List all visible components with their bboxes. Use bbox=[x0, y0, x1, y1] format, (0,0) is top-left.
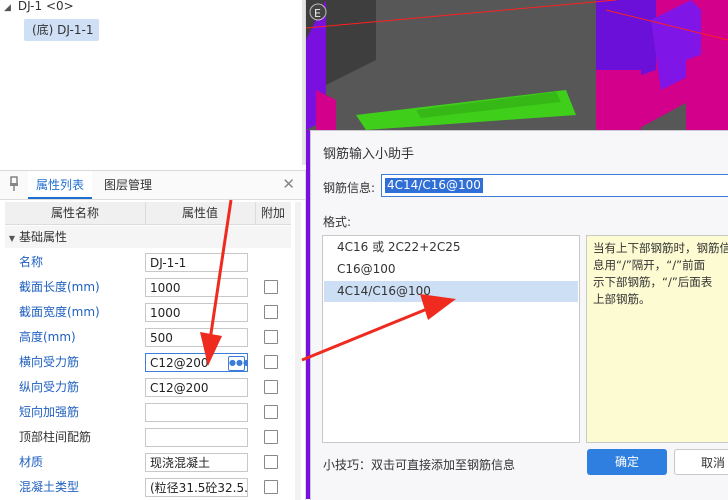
hint-line: 息用“/”隔开，“/”前面 bbox=[593, 258, 706, 272]
format-label: 格式: bbox=[323, 215, 352, 229]
property-row: 截面长度(mm) 1000 bbox=[5, 275, 291, 300]
extra-checkbox[interactable] bbox=[264, 305, 278, 319]
property-name: 截面宽度(mm) bbox=[19, 305, 100, 319]
property-name: 混凝土类型 bbox=[19, 480, 80, 494]
group-header-basic[interactable]: ▼ 基础属性 bbox=[5, 226, 291, 248]
extra-checkbox[interactable] bbox=[264, 380, 278, 394]
pin-icon[interactable] bbox=[8, 176, 20, 192]
column-header-extra: 附加 bbox=[260, 206, 285, 220]
format-list-item-selected[interactable]: 4C14/C16@100 bbox=[324, 281, 578, 302]
extra-checkbox[interactable] bbox=[264, 330, 278, 344]
property-row: 高度(mm) 500 bbox=[5, 325, 291, 350]
extra-checkbox[interactable] bbox=[264, 430, 278, 444]
property-row: 截面宽度(mm) 1000 bbox=[5, 300, 291, 325]
format-list-item[interactable]: C16@100 bbox=[324, 259, 578, 280]
format-list[interactable]: 4C16 或 2C22+2C25 C16@100 4C14/C16@100 bbox=[322, 235, 580, 443]
hint-line: 示下部钢筋，“/”后面表 bbox=[593, 275, 713, 289]
tree-panel: ◢ DJ-1 <0> (底) DJ-1-1 bbox=[0, 0, 306, 165]
tip-text: 小技巧：双击可直接添加至钢筋信息 bbox=[323, 458, 516, 472]
column-header-value: 属性值 bbox=[145, 202, 256, 224]
tree-node-root-label: DJ-1 <0> bbox=[17, 0, 74, 13]
collapse-caret-icon[interactable]: ▼ bbox=[5, 228, 19, 250]
property-value-input[interactable]: (粒径31.5砼32.5... bbox=[145, 478, 248, 497]
property-panel: 属性列表 图层管理 ✕ 属性名称 属性值 附加 ▼ 基础属性 名称 DJ-1-1 … bbox=[0, 170, 306, 500]
viewport-corner-label: E bbox=[314, 7, 321, 20]
property-name: 名称 bbox=[19, 255, 44, 269]
tree-node-child-label: (底) DJ-1-1 bbox=[32, 23, 94, 37]
property-name: 高度(mm) bbox=[19, 330, 76, 344]
tree-node-child[interactable]: (底) DJ-1-1 bbox=[24, 19, 100, 41]
property-row: 短向加强筋 bbox=[5, 400, 291, 425]
format-list-item[interactable]: 4C16 或 2C22+2C25 bbox=[324, 237, 578, 258]
property-name: 短向加强筋 bbox=[19, 405, 80, 419]
tree-expand-icon[interactable]: ◢ bbox=[4, 0, 14, 16]
extra-checkbox[interactable] bbox=[264, 405, 278, 419]
property-value-input-active[interactable]: C12@200 ●●● bbox=[145, 353, 248, 372]
tab-layer-management[interactable]: 图层管理 bbox=[96, 171, 160, 199]
column-header-name: 属性名称 bbox=[5, 202, 146, 224]
property-table-header: 属性名称 属性值 附加 bbox=[5, 202, 291, 225]
extra-checkbox[interactable] bbox=[264, 355, 278, 369]
tab-property-list[interactable]: 属性列表 bbox=[28, 171, 93, 199]
extra-checkbox[interactable] bbox=[264, 480, 278, 494]
hint-line: 上部钢筋。 bbox=[593, 292, 651, 306]
property-value-input[interactable]: DJ-1-1 bbox=[145, 253, 248, 272]
cancel-button[interactable]: 取消 bbox=[674, 449, 728, 475]
group-label: 基础属性 bbox=[19, 230, 68, 244]
tree-node-root[interactable]: ◢ DJ-1 <0> bbox=[4, 0, 74, 14]
property-row: 名称 DJ-1-1 bbox=[5, 250, 291, 275]
format-hint-box: 当有上下部钢筋时，钢筋信 息用“/”隔开，“/”前面 示下部钢筋，“/”后面表 … bbox=[586, 235, 728, 443]
property-name: 材质 bbox=[19, 455, 44, 469]
property-value-input[interactable]: 500 bbox=[145, 328, 248, 347]
property-name: 纵向受力筋 bbox=[19, 380, 80, 394]
property-row: 纵向受力筋 C12@200 bbox=[5, 375, 291, 400]
rebar-info-input[interactable]: 4C14/C16@100 bbox=[381, 174, 728, 197]
property-scrollbar[interactable] bbox=[295, 202, 301, 500]
property-value-input[interactable] bbox=[145, 428, 248, 447]
property-value-input[interactable]: 现浇混凝土 bbox=[145, 453, 248, 472]
rebar-info-value: 4C14/C16@100 bbox=[385, 178, 483, 193]
hint-line: 当有上下部钢筋时，钢筋信 bbox=[593, 241, 728, 255]
property-name: 截面长度(mm) bbox=[19, 280, 100, 294]
property-row: 顶部柱间配筋 bbox=[5, 425, 291, 450]
property-value-input[interactable] bbox=[145, 403, 248, 422]
extra-checkbox[interactable] bbox=[264, 455, 278, 469]
tree-scrollbar[interactable] bbox=[302, 0, 305, 165]
ellipsis-button[interactable]: ●●● bbox=[228, 356, 247, 371]
property-row: 材质 现浇混凝土 bbox=[5, 450, 291, 475]
extra-checkbox[interactable] bbox=[264, 280, 278, 294]
rebar-input-assistant-dialog: 钢筋输入小助手 钢筋信息: 4C14/C16@100 格式: 4C16 或 2C… bbox=[310, 130, 728, 500]
property-name: 顶部柱间配筋 bbox=[19, 430, 92, 444]
property-value-input[interactable]: 1000 bbox=[145, 278, 248, 297]
property-row: 混凝土类型 (粒径31.5砼32.5... bbox=[5, 475, 291, 500]
property-tab-bar: 属性列表 图层管理 ✕ bbox=[0, 171, 305, 200]
property-value-text: C12@200 bbox=[150, 356, 209, 370]
dialog-title: 钢筋输入小助手 bbox=[323, 147, 415, 162]
property-value-input[interactable]: C12@200 bbox=[145, 378, 248, 397]
property-value-input[interactable]: 1000 bbox=[145, 303, 248, 322]
close-icon[interactable]: ✕ bbox=[282, 176, 295, 192]
rebar-info-label: 钢筋信息: bbox=[323, 181, 376, 195]
property-name: 横向受力筋 bbox=[19, 355, 80, 369]
property-row: 横向受力筋 C12@200 ●●● bbox=[5, 350, 291, 375]
ok-button[interactable]: 确定 bbox=[587, 449, 667, 475]
